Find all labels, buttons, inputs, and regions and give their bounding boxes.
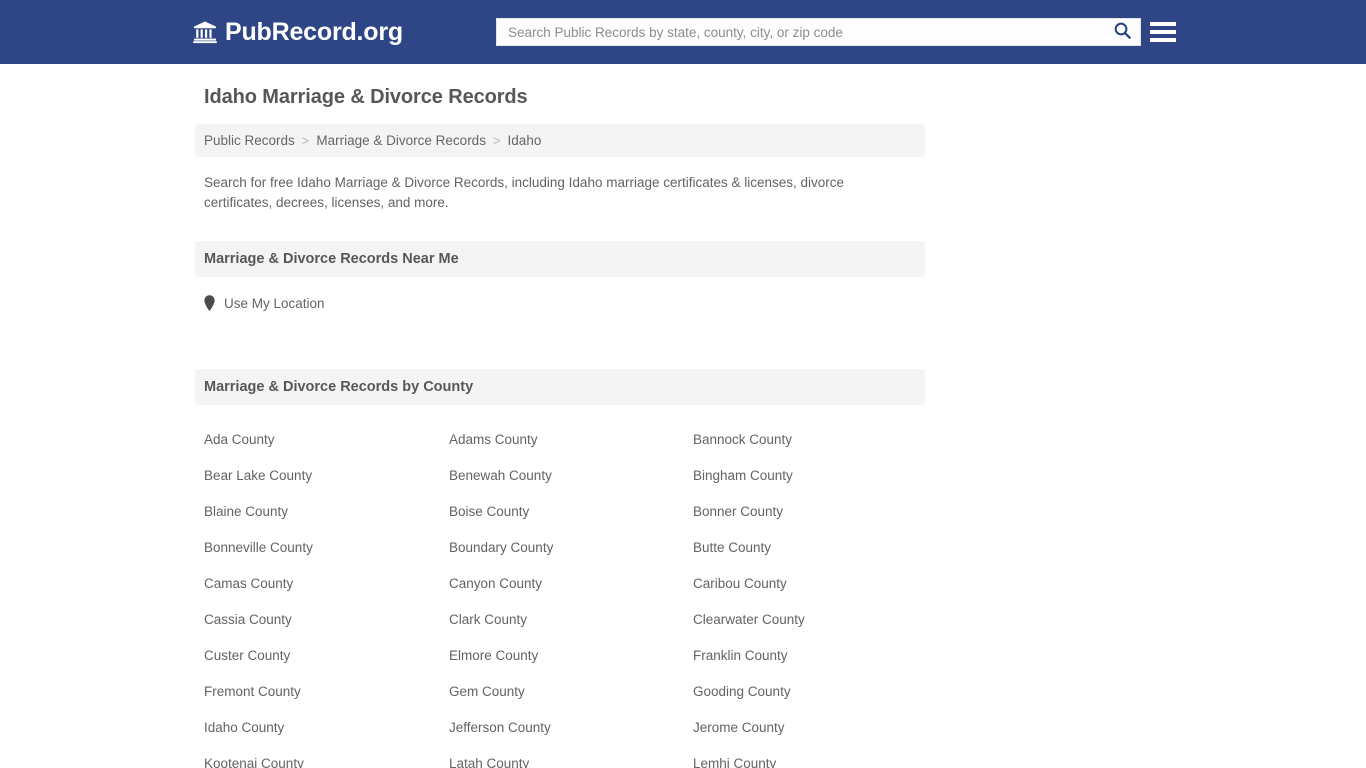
breadcrumb: Public Records > Marriage & Divorce Reco… bbox=[195, 124, 925, 157]
county-link[interactable]: Butte County bbox=[693, 530, 934, 566]
county-link[interactable]: Gem County bbox=[449, 674, 693, 710]
site-brand-name: PubRecord.org bbox=[225, 17, 403, 46]
county-link[interactable]: Bonner County bbox=[693, 494, 934, 530]
search-input[interactable] bbox=[497, 19, 1104, 45]
county-link[interactable]: Bannock County bbox=[693, 422, 934, 458]
county-link[interactable]: Camas County bbox=[204, 566, 449, 602]
county-link[interactable]: Bonneville County bbox=[204, 530, 449, 566]
use-my-location-label: Use My Location bbox=[224, 295, 325, 311]
county-link[interactable]: Bingham County bbox=[693, 458, 934, 494]
county-link[interactable]: Clark County bbox=[449, 602, 693, 638]
page-body: Idaho Marriage & Divorce Records Public … bbox=[0, 64, 1366, 768]
search-bar bbox=[496, 18, 1141, 46]
county-link[interactable]: Canyon County bbox=[449, 566, 693, 602]
map-pin-icon bbox=[204, 295, 215, 311]
county-link[interactable]: Benewah County bbox=[449, 458, 693, 494]
county-link[interactable]: Bear Lake County bbox=[204, 458, 449, 494]
county-link[interactable]: Gooding County bbox=[693, 674, 934, 710]
county-link[interactable]: Fremont County bbox=[204, 674, 449, 710]
section-heading-near-me: Marriage & Divorce Records Near Me bbox=[195, 241, 925, 277]
breadcrumb-item-public-records[interactable]: Public Records bbox=[204, 133, 295, 148]
county-link[interactable]: Clearwater County bbox=[693, 602, 934, 638]
county-link[interactable]: Lemhi County bbox=[693, 746, 934, 768]
breadcrumb-item-idaho: Idaho bbox=[507, 133, 542, 148]
section-heading-by-county: Marriage & Divorce Records by County bbox=[195, 369, 925, 405]
county-link[interactable]: Elmore County bbox=[449, 638, 693, 674]
county-link[interactable]: Cassia County bbox=[204, 602, 449, 638]
use-my-location-button[interactable]: Use My Location bbox=[204, 295, 325, 311]
page-title: Idaho Marriage & Divorce Records bbox=[204, 86, 528, 108]
county-link[interactable]: Idaho County bbox=[204, 710, 449, 746]
search-button[interactable] bbox=[1104, 19, 1140, 45]
near-me-body: Use My Location bbox=[195, 277, 925, 344]
county-link[interactable]: Jefferson County bbox=[449, 710, 693, 746]
page-description: Search for free Idaho Marriage & Divorce… bbox=[204, 175, 845, 210]
county-link[interactable]: Blaine County bbox=[204, 494, 449, 530]
county-link[interactable]: Adams County bbox=[449, 422, 693, 458]
county-link[interactable]: Caribou County bbox=[693, 566, 934, 602]
county-link[interactable]: Franklin County bbox=[693, 638, 934, 674]
breadcrumb-separator-1: > bbox=[301, 133, 310, 148]
county-link[interactable]: Boise County bbox=[449, 494, 693, 530]
hamburger-menu-icon[interactable] bbox=[1150, 19, 1176, 45]
county-link[interactable]: Ada County bbox=[204, 422, 449, 458]
content-container: Idaho Marriage & Divorce Records Public … bbox=[195, 86, 925, 768]
search-icon bbox=[1113, 21, 1132, 43]
site-header: PubRecord.org bbox=[0, 0, 1366, 64]
site-logo-link[interactable]: PubRecord.org bbox=[193, 17, 403, 46]
bank-building-icon bbox=[193, 20, 217, 44]
menu-bar-3 bbox=[1150, 38, 1176, 42]
menu-bar-1 bbox=[1150, 22, 1176, 26]
breadcrumb-separator-2: > bbox=[492, 133, 501, 148]
county-link[interactable]: Boundary County bbox=[449, 530, 693, 566]
county-link[interactable]: Kootenai County bbox=[204, 746, 449, 768]
county-list: Ada County Adams County Bannock County Bear… bbox=[195, 422, 925, 768]
menu-bar-2 bbox=[1150, 30, 1176, 34]
county-link[interactable]: Jerome County bbox=[693, 710, 934, 746]
county-link[interactable]: Latah County bbox=[449, 746, 693, 768]
breadcrumb-item-marriage-divorce-records[interactable]: Marriage & Divorce Records bbox=[316, 133, 486, 148]
county-link[interactable]: Custer County bbox=[204, 638, 449, 674]
